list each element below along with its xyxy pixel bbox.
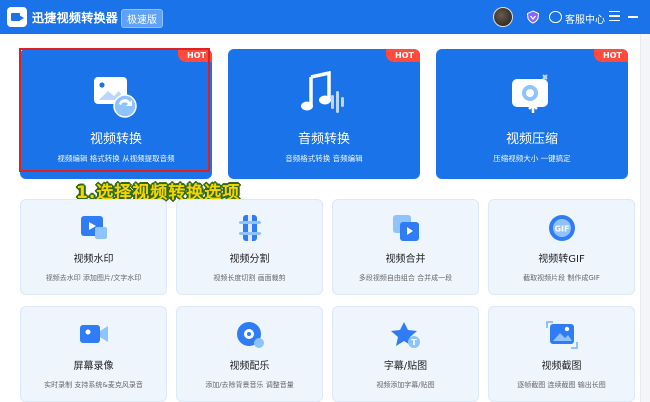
tool-title: 视频转GIF (538, 254, 585, 265)
tool-video-gif[interactable]: GIF 视频转GIF 截取视频片段 制作成GIF (488, 199, 635, 295)
support-center-link[interactable]: 客服中心 (565, 11, 605, 26)
tool-description: 视频添加字幕/贴图 (376, 381, 435, 389)
tool-video-music[interactable]: 视频配乐 添加/去除背景音乐 调整音量 (176, 306, 323, 402)
tool-title: 视频水印 (73, 254, 114, 265)
app-logo-icon (7, 7, 27, 27)
tool-subtitle-sticker[interactable]: T 字幕/贴图 视频添加字幕/贴图 (332, 306, 479, 402)
tool-title: 屏幕录像 (73, 361, 114, 372)
hot-badge: HOT (178, 49, 212, 62)
svg-text:GIF: GIF (554, 225, 569, 234)
video-merge-icon (393, 215, 419, 241)
music-icon (237, 322, 264, 348)
edition-badge: 极速版 (121, 9, 163, 28)
hot-badge: HOT (386, 49, 420, 62)
title-bar: 迅捷视频转换器 极速版 客服中心 (0, 0, 650, 34)
scrollbar-track[interactable] (640, 34, 650, 402)
tool-description: 添加/去除背景音乐 调整音量 (205, 381, 294, 389)
hot-badge: HOT (594, 49, 628, 62)
music-note-icon (301, 71, 344, 113)
tool-description: 逐帧截图 连续截图 输出长图 (517, 381, 606, 389)
tool-title: 视频分割 (229, 254, 270, 265)
svg-text:T: T (411, 338, 417, 347)
card-title: 音频转换 (297, 132, 350, 147)
card-description: 音频格式转换 音频编辑 (285, 154, 363, 163)
tool-screen-record[interactable]: 屏幕录像 实时录制 支持系统&麦克风录音 (20, 306, 167, 402)
tool-description: 视频去水印 添加图片/文字水印 (45, 274, 142, 282)
video-watermark-icon (81, 216, 107, 239)
video-convert-card[interactable]: HOT 视频转换 视频编辑 格式转换 从视频提取音频 (20, 49, 212, 179)
video-convert-icon (94, 77, 137, 118)
tool-video-split[interactable]: 视频分割 视频长度切割 画面裁剪 (176, 199, 323, 295)
tool-description: 实时录制 支持系统&麦克风录音 (44, 381, 143, 389)
card-description: 压缩视频大小 一键搞定 (493, 154, 571, 163)
tool-title: 视频配乐 (229, 361, 270, 372)
tool-title: 视频合并 (385, 254, 426, 265)
chat-bubble-icon[interactable] (549, 11, 562, 23)
app-title: 迅捷视频转换器 (32, 11, 119, 25)
tool-video-merge[interactable]: 视频合并 多段视频自由组合 合并成一段 (332, 199, 479, 295)
card-title: 视频压缩 (505, 132, 558, 147)
gif-icon: GIF (549, 215, 575, 241)
tool-title: 字幕/贴图 (383, 361, 428, 372)
tool-video-watermark[interactable]: 视频水印 视频去水印 添加图片/文字水印 (20, 199, 167, 295)
user-avatar[interactable] (493, 7, 513, 27)
screenshot-icon (546, 321, 578, 349)
subtitle-icon: T (391, 322, 420, 348)
audio-convert-card[interactable]: HOT 音频转换 音频格式转换 音频编辑 (228, 49, 420, 179)
video-split-icon (239, 214, 261, 242)
vip-shield-icon[interactable] (526, 10, 540, 24)
tool-description: 多段视频自由组合 合并成一段 (358, 274, 453, 282)
video-compress-card[interactable]: HOT 视频压缩 压缩视频大小 一键搞定 (436, 49, 628, 179)
menu-icon[interactable] (609, 11, 620, 21)
screen-record-icon (80, 325, 108, 343)
tool-video-screenshot[interactable]: 视频截图 逐帧截图 连续截图 输出长图 (488, 306, 635, 402)
tool-title: 视频截图 (541, 361, 582, 372)
card-description: 视频编辑 格式转换 从视频提取音频 (57, 154, 175, 163)
minimize-icon[interactable] (628, 16, 638, 18)
card-title: 视频转换 (89, 132, 142, 147)
compress-icon (512, 74, 548, 113)
tool-description: 截取视频片段 制作成GIF (523, 274, 600, 282)
tool-description: 视频长度切割 画面裁剪 (213, 274, 286, 282)
